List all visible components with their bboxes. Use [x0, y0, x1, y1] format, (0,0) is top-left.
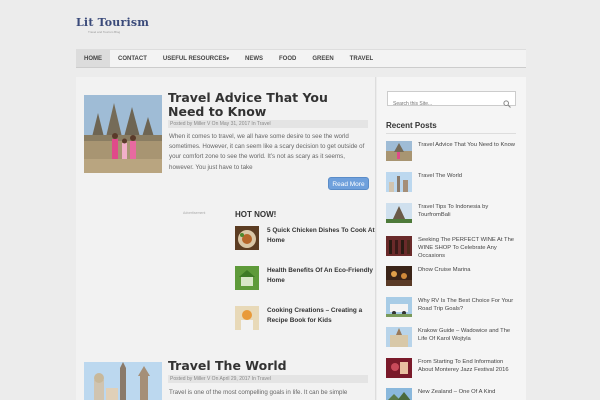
recent-post-title: Seeking The PERFECT WINE At The WINE SHO… — [418, 237, 515, 260]
nav-useful-resources[interactable]: USEFUL RESOURCES▾ — [155, 50, 237, 67]
hot-item-title: Cooking Creations – Creating a Recipe Bo… — [267, 307, 363, 324]
chicken-dish-icon — [235, 226, 259, 250]
recent-post-item[interactable]: Travel Tips To Indonesia by TourfromBali — [386, 203, 518, 223]
world-landmarks-icon — [84, 362, 162, 400]
world-thumbnail-icon — [386, 172, 412, 192]
hot-now-heading: HOT NOW! — [235, 210, 277, 219]
search-icon[interactable] — [503, 95, 511, 113]
nav-travel[interactable]: TRAVEL — [342, 50, 382, 67]
recent-post-title: From Starting To End Information About M… — [418, 359, 509, 374]
hot-item[interactable]: Health Benefits Of An Eco-Friendly Home — [235, 266, 377, 290]
indonesia-temple-icon — [386, 203, 412, 223]
post-title[interactable]: Travel The World — [168, 359, 368, 373]
chevron-down-icon: ▾ — [226, 56, 229, 62]
new-zealand-icon — [386, 388, 412, 400]
post-meta: Posted by Miller V On April 29, 2017 In … — [168, 375, 368, 383]
nav-news[interactable]: NEWS — [237, 50, 271, 67]
recent-post-item[interactable]: New Zealand – One Of A Kind — [386, 388, 518, 400]
recent-post-title: Krakow Guide – Wadowice and The Life Of … — [418, 328, 511, 343]
recent-post-item[interactable]: Dhow Cruise Marina — [386, 266, 518, 286]
recent-post-title: Travel Tips To Indonesia by TourfromBali — [418, 204, 489, 219]
site-name: Lit Tourism — [76, 16, 150, 29]
recent-post-item[interactable]: Travel The World — [386, 172, 518, 192]
post-meta: Posted by Miller V On May 31, 2017 In Tr… — [168, 120, 368, 128]
recent-post-title: Why RV Is The Best Choice For Your Road … — [418, 298, 514, 313]
recent-post-title: Travel The World — [418, 173, 463, 179]
dhow-cruise-icon — [386, 266, 412, 286]
post-excerpt: Travel is one of the most compelling goa… — [169, 389, 348, 396]
hot-item-title: Health Benefits Of An Eco-Friendly Home — [267, 267, 373, 284]
wine-shop-icon — [386, 236, 412, 256]
angkor-thumbnail-icon — [386, 141, 412, 161]
nav-contact[interactable]: CONTACT — [110, 50, 155, 67]
recent-post-item[interactable]: Krakow Guide – Wadowice and The Life Of … — [386, 327, 518, 347]
site-tagline: Travel and Tourism Blog — [88, 30, 121, 34]
krakow-icon — [386, 327, 412, 347]
site-logo[interactable]: Lit Tourism Travel and Tourism Blog — [76, 16, 149, 34]
recent-post-item[interactable]: Why RV Is The Best Choice For Your Road … — [386, 297, 518, 317]
jazz-festival-icon — [386, 358, 412, 378]
post-thumbnail-angkor[interactable] — [84, 95, 162, 173]
recent-post-title: New Zealand – One Of A Kind — [418, 389, 496, 395]
post-title[interactable]: Travel Advice That You Need to Know — [168, 91, 368, 119]
recent-posts-heading: Recent Posts — [386, 121, 437, 130]
hot-item[interactable]: 5 Quick Chicken Dishes To Cook At Home — [235, 226, 377, 250]
recent-post-item[interactable]: From Starting To End Information About M… — [386, 358, 518, 378]
recent-post-title: Dhow Cruise Marina — [418, 267, 471, 273]
divider — [386, 133, 516, 134]
read-more-button[interactable]: Read More — [328, 177, 369, 190]
kids-cooking-icon — [235, 306, 259, 330]
advertisement-label: Advertisement — [183, 211, 206, 215]
search-box — [387, 91, 516, 111]
green-home-icon — [235, 266, 259, 290]
temple-photo-icon — [84, 95, 162, 173]
hot-item-title: 5 Quick Chicken Dishes To Cook At Home — [267, 227, 375, 244]
search-input[interactable] — [388, 97, 498, 111]
recent-post-item[interactable]: Travel Advice That You Need to Know — [386, 141, 518, 161]
recent-post-item[interactable]: Seeking The PERFECT WINE At The WINE SHO… — [386, 236, 518, 261]
post-thumbnail-world[interactable] — [84, 362, 162, 400]
hot-item[interactable]: Cooking Creations – Creating a Recipe Bo… — [235, 306, 377, 330]
nav-useful-resources-label: USEFUL RESOURCES — [162, 56, 227, 62]
nav-green[interactable]: GREEN — [304, 50, 341, 67]
recent-post-title: Travel Advice That You Need to Know — [418, 142, 515, 148]
nav-food[interactable]: FOOD — [271, 50, 304, 67]
rv-icon — [386, 297, 412, 317]
post-excerpt: When it comes to travel, we all have som… — [169, 133, 365, 171]
nav-home[interactable]: HOME — [76, 50, 110, 67]
main-nav: HOME CONTACT USEFUL RESOURCES▾ NEWS FOOD… — [76, 49, 526, 68]
